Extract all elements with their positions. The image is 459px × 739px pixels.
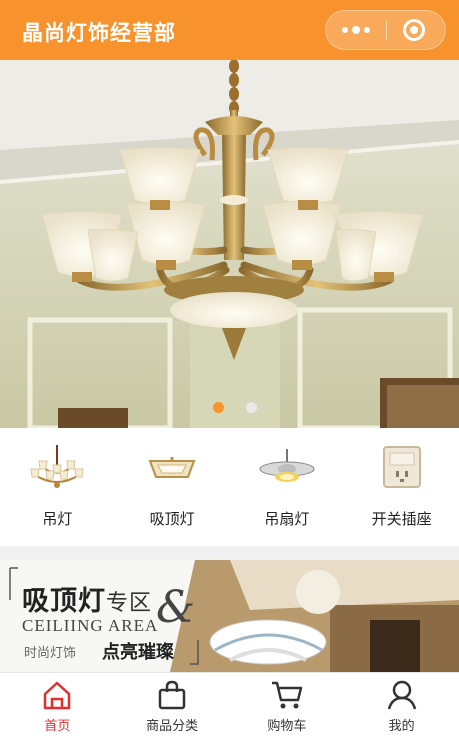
bottom-tab-bar: 首页 商品分类 购物车 我的: [0, 672, 459, 739]
page-title: 晶尚灯饰经营部: [22, 22, 176, 45]
promo-subtitle: 时尚灯饰: [24, 645, 77, 660]
category-chandelier[interactable]: 吊灯: [0, 428, 115, 546]
home-icon: [44, 681, 71, 710]
tab-category[interactable]: 商品分类: [115, 673, 230, 739]
ceiling-light-icon: [148, 457, 196, 478]
user-icon: [387, 680, 416, 710]
promo-slogan: 点亮璀璨: [102, 642, 174, 662]
promo-ampersand: &: [156, 582, 196, 633]
switch-socket-icon: [382, 446, 421, 488]
capsule-divider: [386, 21, 387, 40]
top-navigation-bar: 晶尚灯饰经营部: [0, 0, 459, 60]
cart-icon: [271, 681, 303, 709]
tab-profile[interactable]: 我的: [344, 673, 459, 739]
chandelier-banner-image: [0, 60, 459, 428]
category-fan-light[interactable]: 吊扇灯: [230, 428, 345, 546]
fan-light-icon: [259, 449, 315, 482]
tab-label: 购物车: [267, 718, 307, 733]
more-options-icon[interactable]: [326, 11, 386, 49]
promo-english-title: CEILIING AREA: [22, 616, 159, 635]
tab-label: 我的: [388, 718, 415, 733]
category-label: 吊灯: [42, 511, 73, 528]
category-label: 开关插座: [371, 511, 432, 528]
chandelier-icon: [30, 445, 84, 488]
close-program-icon[interactable]: [403, 19, 425, 41]
tab-home[interactable]: 首页: [0, 673, 115, 739]
tab-label: 商品分类: [146, 718, 199, 733]
category-ceiling-light[interactable]: 吸顶灯: [115, 428, 230, 546]
section-divider: [0, 546, 459, 560]
category-switch-socket[interactable]: 开关插座: [344, 428, 459, 546]
category-grid: 吊灯 吸顶灯 吊扇灯 开关插座: [0, 428, 459, 546]
carousel-dot-active[interactable]: [213, 402, 224, 413]
category-label: 吊扇灯: [264, 511, 310, 528]
banner-carousel[interactable]: [0, 60, 459, 428]
bag-icon: [158, 680, 186, 710]
ceiling-light-promo-banner[interactable]: 吸顶灯专区 & CEILIING AREA 时尚灯饰 点亮璀璨: [0, 560, 459, 672]
tab-label: 首页: [44, 718, 71, 733]
carousel-dot[interactable]: [246, 402, 257, 413]
promo-title: 吸顶灯专区: [22, 586, 153, 616]
category-label: 吸顶灯: [149, 511, 195, 528]
carousel-indicators: [213, 402, 257, 413]
mini-program-capsule: [325, 10, 446, 50]
tab-cart[interactable]: 购物车: [230, 673, 345, 739]
